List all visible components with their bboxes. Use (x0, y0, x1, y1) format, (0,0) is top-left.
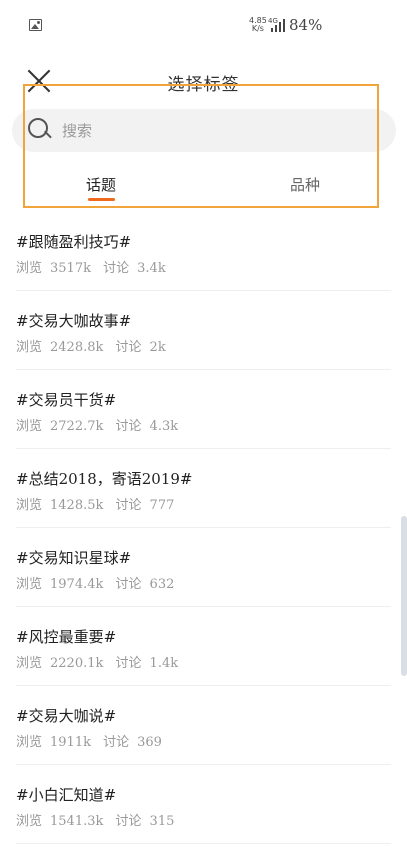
topic-meta: 浏览 2428.8k 讨论 2k (16, 336, 174, 355)
list-item[interactable]: #交易员干货# 浏览 2722.7k 讨论 4.3k (16, 370, 391, 449)
tab-varieties[interactable]: 品种 (290, 174, 320, 195)
topic-title: #交易员干货# (16, 391, 117, 409)
list-item[interactable]: #总结2018，寄语2019# 浏览 1428.5k 讨论 777 (16, 449, 391, 528)
comments-count: 1.4k (149, 656, 179, 671)
topic-title: #跟随盈利技巧# (16, 233, 132, 251)
topic-meta: 浏览 1428.5k 讨论 777 (16, 494, 182, 513)
views-label: 浏览 (16, 577, 43, 592)
views-count: 2428.8k (50, 340, 104, 355)
image-notification-icon (29, 19, 42, 31)
views-count: 2220.1k (50, 656, 104, 671)
comments-label: 讨论 (115, 814, 142, 829)
topic-title: #风控最重要# (16, 628, 117, 646)
topic-list: #跟随盈利技巧# 浏览 3517k 讨论 3.4k #交易大咖故事# 浏览 2428.… (0, 212, 407, 844)
comments-count: 632 (149, 577, 175, 592)
list-item[interactable]: #跟随盈利技巧# 浏览 3517k 讨论 3.4k (16, 212, 391, 291)
views-count: 1428.5k (50, 498, 104, 513)
comments-count: 777 (149, 498, 175, 513)
views-count: 2722.7k (50, 419, 104, 434)
comments-label: 讨论 (115, 419, 142, 434)
tab-topics[interactable]: 话题 (86, 174, 116, 195)
page-title: 选择标签 (167, 75, 240, 95)
views-label: 浏览 (16, 656, 43, 671)
comments-label: 讨论 (115, 498, 142, 513)
comments-count: 369 (137, 735, 162, 750)
network-speed: 4.85 K/s (249, 16, 267, 33)
scrollbar[interactable] (401, 516, 407, 676)
list-item[interactable]: #风控最重要# 浏览 2220.1k 讨论 1.4k (16, 607, 391, 686)
comments-label: 讨论 (115, 577, 142, 592)
comments-count: 3.4k (137, 261, 166, 276)
topic-title: #交易知识星球# (16, 549, 132, 567)
comments-label: 讨论 (103, 735, 130, 750)
views-count: 3517k (50, 261, 91, 276)
comments-label: 讨论 (115, 340, 142, 355)
topic-meta: 浏览 3517k 讨论 3.4k (16, 257, 174, 276)
views-count: 1541.3k (50, 814, 104, 829)
views-label: 浏览 (16, 261, 43, 276)
views-label: 浏览 (16, 419, 43, 434)
topic-title: #总结2018，寄语2019# (16, 470, 193, 488)
list-item[interactable]: #交易大咖说# 浏览 1911k 讨论 369 (16, 686, 391, 765)
topic-title: #小白汇知道# (16, 786, 117, 804)
list-item[interactable]: #交易大咖故事# 浏览 2428.8k 讨论 2k (16, 291, 391, 370)
header: 选择标签 (0, 52, 407, 110)
views-label: 浏览 (16, 340, 43, 355)
status-bar: 4.85 K/s 4G 84% (0, 0, 407, 52)
search-input[interactable] (62, 109, 382, 152)
search-bar[interactable] (12, 109, 396, 152)
search-icon (28, 118, 52, 142)
topic-meta: 浏览 2722.7k 讨论 4.3k (16, 415, 186, 434)
active-tab-indicator (88, 198, 115, 201)
views-count: 1974.4k (50, 577, 104, 592)
signal-icon (271, 18, 285, 32)
views-label: 浏览 (16, 498, 43, 513)
topic-title: #交易大咖说# (16, 707, 117, 725)
comments-count: 315 (149, 814, 175, 829)
views-count: 1911k (50, 735, 91, 750)
topic-meta: 浏览 1541.3k 讨论 315 (16, 810, 182, 829)
topic-meta: 浏览 2220.1k 讨论 1.4k (16, 652, 186, 671)
battery-level: 84% (289, 16, 323, 34)
list-item[interactable]: #交易知识星球# 浏览 1974.4k 讨论 632 (16, 528, 391, 607)
list-item[interactable]: #小白汇知道# 浏览 1541.3k 讨论 315 (16, 765, 391, 844)
topic-meta: 浏览 1911k 讨论 369 (16, 731, 170, 750)
comments-count: 4.3k (149, 419, 179, 434)
comments-label: 讨论 (115, 656, 142, 671)
topic-title: #交易大咖故事# (16, 312, 132, 330)
comments-label: 讨论 (103, 261, 130, 276)
views-label: 浏览 (16, 735, 43, 750)
views-label: 浏览 (16, 814, 43, 829)
topic-meta: 浏览 1974.4k 讨论 632 (16, 573, 182, 592)
comments-count: 2k (149, 340, 166, 355)
tab-bar: 话题 品种 (0, 160, 407, 206)
